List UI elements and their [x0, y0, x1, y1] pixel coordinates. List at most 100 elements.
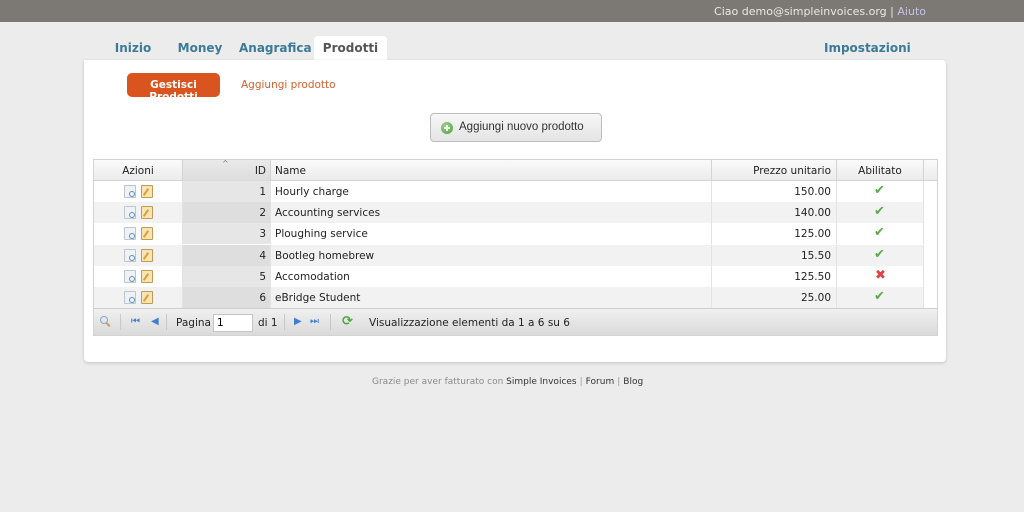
actions-cell	[94, 181, 183, 202]
id-cell: 1	[183, 181, 271, 202]
header-price[interactable]: Prezzo unitario	[712, 160, 837, 181]
header-id-label: ID	[254, 165, 266, 177]
table-row[interactable]: 2 Accounting services 140.00 ✔	[94, 202, 924, 224]
id-cell: 4	[183, 244, 271, 266]
table-row[interactable]: 5 Accomodation 125.50 ✖	[94, 265, 924, 287]
check-icon: ✔	[874, 246, 885, 262]
check-icon: ✔	[874, 289, 885, 304]
header-id[interactable]: ^ ID	[183, 159, 271, 181]
separator: |	[617, 377, 621, 387]
view-icon[interactable]	[124, 206, 136, 220]
header-enabled[interactable]: Abilitato	[837, 160, 924, 181]
prev-page-icon[interactable]: ◀	[151, 316, 159, 327]
settings-link[interactable]: Impostazioni	[824, 41, 911, 55]
content-panel: Gestisci Prodotti Aggiungi prodotto Aggi…	[84, 60, 946, 362]
name-cell: eBridge Student	[271, 287, 712, 308]
price-cell: 125.00	[712, 223, 837, 245]
price-cell: 15.50	[712, 244, 837, 266]
footer-forum-link[interactable]: Forum	[586, 377, 615, 387]
enabled-cell: ✔	[837, 223, 924, 245]
actions-cell	[94, 223, 183, 245]
id-cell: 5	[183, 265, 271, 287]
tab-inizio[interactable]: Inizio	[112, 36, 154, 60]
last-page-icon[interactable]: ⏭	[310, 316, 319, 327]
pager-divider	[284, 314, 285, 330]
actions-cell	[94, 244, 183, 266]
separator: |	[890, 5, 894, 18]
user-bar: Ciao demo@simpleinvoices.org | Aiuto	[714, 5, 926, 18]
page-number-input[interactable]	[213, 314, 253, 332]
table-row[interactable]: 3 Ploughing service 125.00 ✔	[94, 223, 924, 245]
footer: Grazie per aver fatturato con Simple Inv…	[372, 377, 643, 387]
edit-icon[interactable]	[141, 291, 153, 304]
search-icon[interactable]	[100, 316, 110, 326]
pager-divider	[120, 314, 121, 330]
grid-pager: ⏮ ◀ Pagina di 1 ▶ ⏭ ⟳ Visualizzazione el…	[94, 308, 937, 335]
tab-money[interactable]: Money	[175, 36, 225, 60]
header-name[interactable]: Name	[271, 160, 712, 181]
add-circle-icon	[441, 122, 453, 134]
check-icon: ✔	[874, 183, 885, 198]
price-cell: 140.00	[712, 202, 837, 224]
page-count: di 1	[258, 317, 278, 329]
edit-icon[interactable]	[141, 248, 153, 262]
view-icon[interactable]	[124, 269, 136, 283]
pager-status: Visualizzazione elementi da 1 a 6 su 6	[369, 317, 570, 329]
price-cell: 125.50	[712, 265, 837, 287]
footer-brand-link[interactable]: Simple Invoices	[506, 377, 576, 387]
name-cell: Bootleg homebrew	[271, 244, 712, 266]
separator: |	[579, 377, 583, 387]
id-cell: 2	[183, 202, 271, 224]
actions-cell	[94, 265, 183, 287]
add-new-product-button[interactable]: Aggiungi nuovo prodotto	[430, 113, 602, 142]
edit-icon[interactable]	[141, 227, 153, 241]
edit-icon[interactable]	[141, 185, 153, 198]
name-cell: Ploughing service	[271, 223, 712, 245]
footer-text: Grazie per aver fatturato con	[372, 377, 504, 387]
grid-header: Azioni ^ ID Name Prezzo unitario Abilita…	[94, 159, 937, 181]
enabled-cell: ✔	[837, 202, 924, 224]
next-page-icon[interactable]: ▶	[294, 316, 302, 327]
cross-icon: ✖	[875, 267, 886, 283]
refresh-icon[interactable]: ⟳	[342, 314, 353, 329]
view-icon[interactable]	[124, 248, 136, 262]
pager-divider	[166, 314, 167, 330]
table-row[interactable]: 1 Hourly charge 150.00 ✔	[94, 181, 924, 202]
name-cell: Hourly charge	[271, 181, 712, 202]
price-cell: 25.00	[712, 287, 837, 308]
greeting-text: Ciao demo@simpleinvoices.org	[714, 5, 887, 18]
view-icon[interactable]	[124, 291, 136, 304]
enabled-cell: ✖	[837, 265, 924, 287]
id-cell: 6	[183, 287, 271, 308]
edit-icon[interactable]	[141, 269, 153, 283]
name-cell: Accomodation	[271, 265, 712, 287]
tab-anagrafica[interactable]: Anagrafica	[239, 36, 312, 60]
table-row[interactable]: 4 Bootleg homebrew 15.50 ✔	[94, 244, 924, 266]
top-bar: Ciao demo@simpleinvoices.org | Aiuto	[0, 0, 1024, 22]
subnav-manage-products[interactable]: Gestisci Prodotti	[127, 73, 220, 103]
help-link[interactable]: Aiuto	[897, 5, 926, 18]
header-actions[interactable]: Azioni	[94, 160, 183, 181]
add-new-product-label: Aggiungi nuovo prodotto	[459, 121, 584, 133]
name-cell: Accounting services	[271, 202, 712, 224]
enabled-cell: ✔	[837, 287, 924, 308]
edit-icon[interactable]	[141, 206, 153, 220]
check-icon: ✔	[874, 204, 885, 220]
pager-divider	[330, 314, 331, 330]
enabled-cell: ✔	[837, 244, 924, 266]
actions-cell	[94, 202, 183, 224]
id-cell: 3	[183, 223, 271, 245]
price-cell: 150.00	[712, 181, 837, 202]
first-page-icon[interactable]: ⏮	[131, 316, 140, 327]
view-icon[interactable]	[124, 185, 136, 198]
enabled-cell: ✔	[837, 181, 924, 202]
tab-prodotti[interactable]: Prodotti	[314, 36, 387, 60]
footer-blog-link[interactable]: Blog	[623, 377, 643, 387]
sort-asc-icon: ^	[222, 159, 229, 168]
view-icon[interactable]	[124, 227, 136, 241]
products-grid: Azioni ^ ID Name Prezzo unitario Abilita…	[93, 159, 938, 336]
page-label: Pagina	[176, 317, 211, 329]
table-row[interactable]: 6 eBridge Student 25.00 ✔	[94, 287, 924, 308]
subnav-add-product[interactable]: Aggiungi prodotto	[241, 79, 336, 91]
check-icon: ✔	[874, 225, 885, 241]
